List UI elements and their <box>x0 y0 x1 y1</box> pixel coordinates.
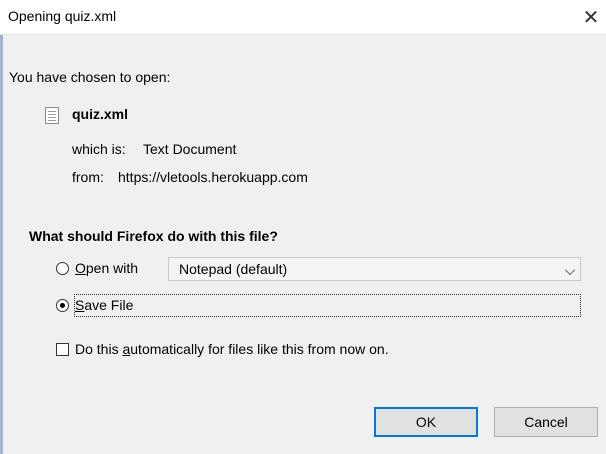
auto-checkbox[interactable] <box>56 343 69 356</box>
intro-text: You have chosen to open: <box>9 69 171 85</box>
which-is-value: Text Document <box>143 141 237 157</box>
close-icon[interactable]: ✕ <box>576 0 606 34</box>
open-with-accel: O <box>75 260 86 276</box>
window-title: Opening quiz.xml <box>8 8 117 24</box>
which-is-label: which is: <box>72 141 126 157</box>
radio-selected-dot <box>60 303 65 308</box>
save-file-focus-rect <box>74 294 581 317</box>
open-with-app-value: Notepad (default) <box>179 261 288 277</box>
open-with-radio[interactable] <box>56 262 69 275</box>
text-file-icon <box>45 107 59 124</box>
dialog-body: You have chosen to open: quiz.xml which … <box>0 35 606 454</box>
title-bar: Opening quiz.xml ✕ <box>0 0 606 35</box>
auto-label[interactable]: Do this automatically for files like thi… <box>75 341 389 357</box>
open-with-app-select[interactable]: Notepad (default) <box>168 257 581 281</box>
save-file-radio[interactable] <box>56 299 69 312</box>
save-file-label-rest: ave File <box>84 297 134 313</box>
action-question: What should Firefox do with this file? <box>29 228 278 244</box>
auto-label-before: Do this <box>75 341 123 357</box>
save-file-label[interactable]: Save File <box>75 297 133 313</box>
save-file-accel: S <box>75 297 85 313</box>
chevron-down-icon <box>564 264 576 276</box>
from-value: https://vletools.herokuapp.com <box>118 169 308 185</box>
auto-label-rest: utomatically for files like this from no… <box>130 341 389 357</box>
open-with-label[interactable]: Open with <box>75 260 138 276</box>
open-with-label-rest: pen with <box>85 260 139 276</box>
cancel-button[interactable]: Cancel <box>494 407 598 437</box>
file-name: quiz.xml <box>72 106 129 122</box>
from-label: from: <box>72 169 104 185</box>
ok-button[interactable]: OK <box>374 407 478 437</box>
